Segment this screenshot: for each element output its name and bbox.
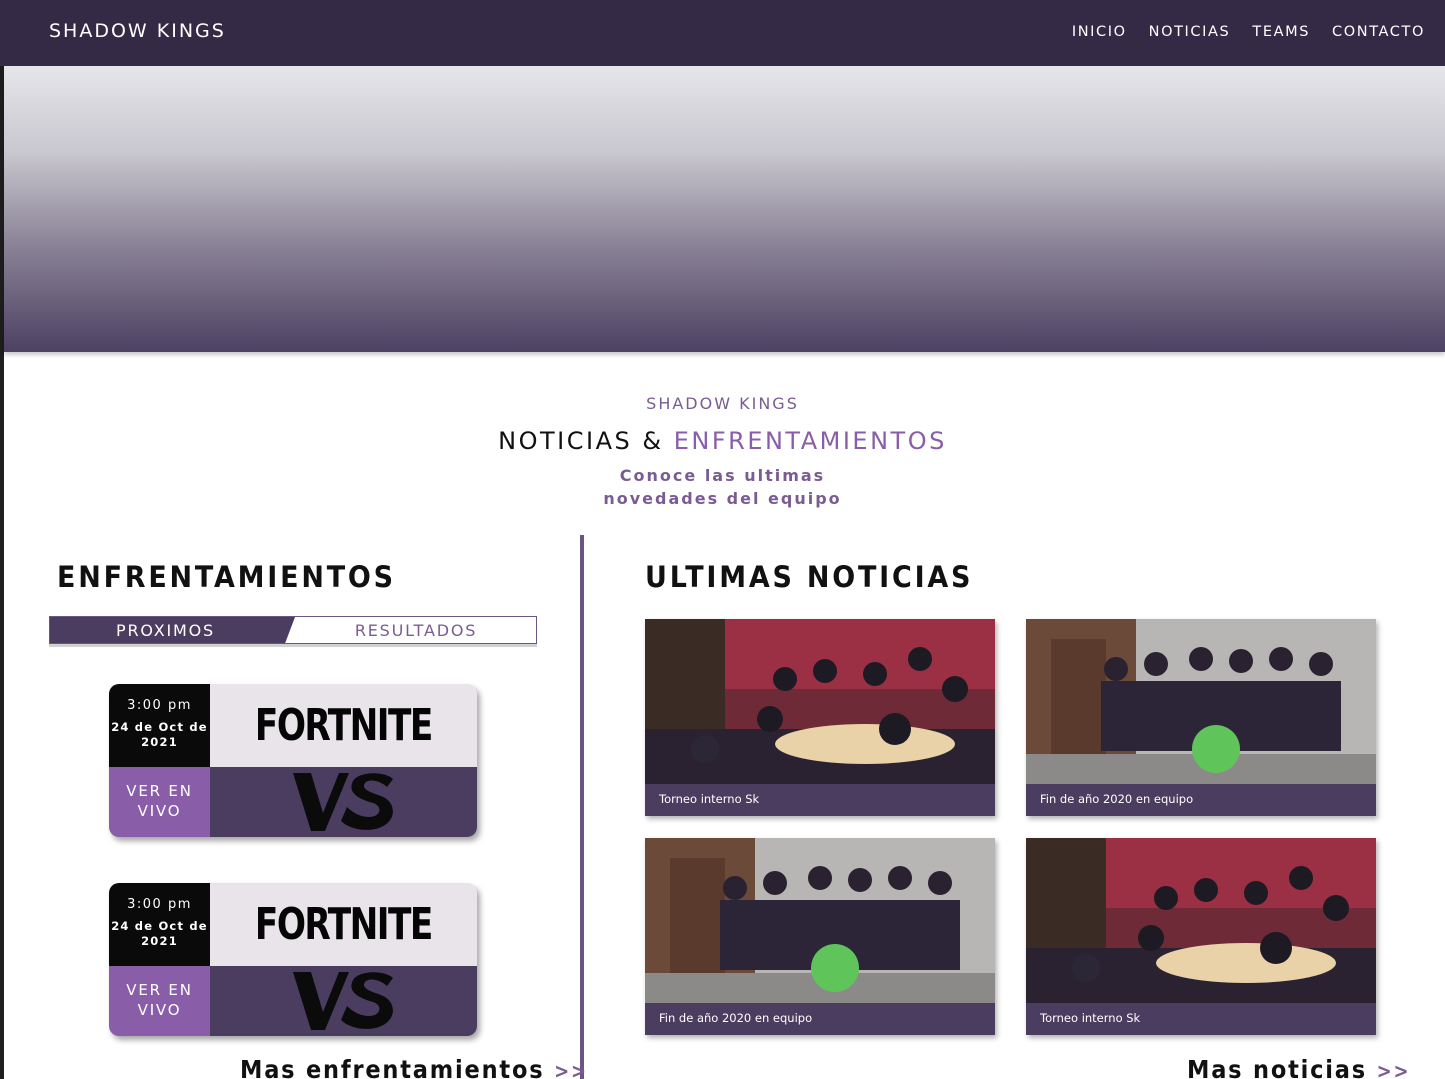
news-card[interactable]: Torneo interno Sk bbox=[1026, 838, 1376, 1035]
news-caption: Fin de año 2020 en equipo bbox=[645, 1003, 995, 1035]
news-caption: Torneo interno Sk bbox=[1026, 1003, 1376, 1035]
match-date: 24 de Oct de 2021 bbox=[111, 720, 208, 749]
more-matches-link[interactable]: Mas enfrentamientos >> bbox=[240, 1055, 588, 1079]
section-headline: NOTICIAS & ENFRENTAMIENTOS bbox=[0, 427, 1445, 455]
watch-live-button[interactable]: VER EN VIVO bbox=[109, 966, 210, 1036]
nav-link-teams[interactable]: TEAMS bbox=[1252, 24, 1310, 40]
tab-resultados[interactable]: RESULTADOS bbox=[295, 617, 537, 643]
match-datetime: 3:00 pm 24 de Oct de 2021 bbox=[109, 883, 210, 966]
news-card[interactable]: Fin de año 2020 en equipo bbox=[1026, 619, 1376, 816]
headline-main: NOTICIAS & bbox=[498, 427, 664, 455]
subtitle-line-2: novedades del equipo bbox=[603, 489, 842, 508]
main-menu: INICIO NOTICIAS TEAMS CONTACTO bbox=[1072, 24, 1425, 40]
vs-icon bbox=[210, 767, 477, 837]
more-matches-arrows: >> bbox=[554, 1059, 588, 1079]
matches-tabs: PROXIMOS RESULTADOS bbox=[49, 616, 537, 644]
news-photo bbox=[645, 619, 995, 784]
more-matches-label: Mas enfrentamientos bbox=[240, 1055, 545, 1079]
section-subtitle: Conoce las ultimas novedades del equipo bbox=[0, 464, 1445, 510]
tab-proximos[interactable]: PROXIMOS bbox=[50, 617, 295, 643]
more-news-label: Mas noticias bbox=[1187, 1055, 1367, 1079]
news-card[interactable]: Torneo interno Sk bbox=[645, 619, 995, 816]
nav-link-inicio[interactable]: INICIO bbox=[1072, 24, 1127, 40]
nav-link-contacto[interactable]: CONTACTO bbox=[1332, 24, 1425, 40]
match-date: 24 de Oct de 2021 bbox=[111, 919, 208, 948]
match-datetime: 3:00 pm 24 de Oct de 2021 bbox=[109, 684, 210, 767]
news-photo bbox=[1026, 838, 1376, 1003]
more-news-arrows: >> bbox=[1376, 1059, 1411, 1079]
match-time: 3:00 pm bbox=[127, 897, 192, 912]
column-divider bbox=[580, 535, 584, 1079]
match-card: 3:00 pm 24 de Oct de 2021 FORTNITE VER E… bbox=[109, 684, 477, 837]
watch-live-button[interactable]: VER EN VIVO bbox=[109, 767, 210, 837]
news-card[interactable]: Fin de año 2020 en equipo bbox=[645, 838, 995, 1035]
brand-logo-text[interactable]: SHADOW KINGS bbox=[49, 20, 226, 42]
vs-icon bbox=[210, 966, 477, 1036]
matches-title: ENFRENTAMIENTOS bbox=[57, 560, 396, 594]
headline-accent: ENFRENTAMIENTOS bbox=[673, 427, 947, 455]
nav-link-noticias[interactable]: NOTICIAS bbox=[1149, 24, 1231, 40]
subtitle-line-1: Conoce las ultimas bbox=[619, 466, 826, 485]
match-card: 3:00 pm 24 de Oct de 2021 FORTNITE VER E… bbox=[109, 883, 477, 1036]
hero-banner bbox=[4, 66, 1445, 352]
game-name: FORTNITE bbox=[255, 700, 433, 751]
tabs-shadow bbox=[49, 644, 537, 647]
more-news-link[interactable]: Mas noticias >> bbox=[1187, 1055, 1410, 1079]
game-logo: FORTNITE bbox=[210, 684, 477, 767]
game-logo: FORTNITE bbox=[210, 883, 477, 966]
news-photo bbox=[645, 838, 995, 1003]
match-time: 3:00 pm bbox=[127, 698, 192, 713]
news-caption: Fin de año 2020 en equipo bbox=[1026, 784, 1376, 816]
top-navbar: SHADOW KINGS INICIO NOTICIAS TEAMS CONTA… bbox=[0, 0, 1445, 66]
section-kicker: SHADOW KINGS bbox=[646, 394, 799, 413]
game-name: FORTNITE bbox=[255, 899, 433, 950]
news-title: ULTIMAS NOTICIAS bbox=[645, 560, 974, 594]
news-caption: Torneo interno Sk bbox=[645, 784, 995, 816]
news-photo bbox=[1026, 619, 1376, 784]
